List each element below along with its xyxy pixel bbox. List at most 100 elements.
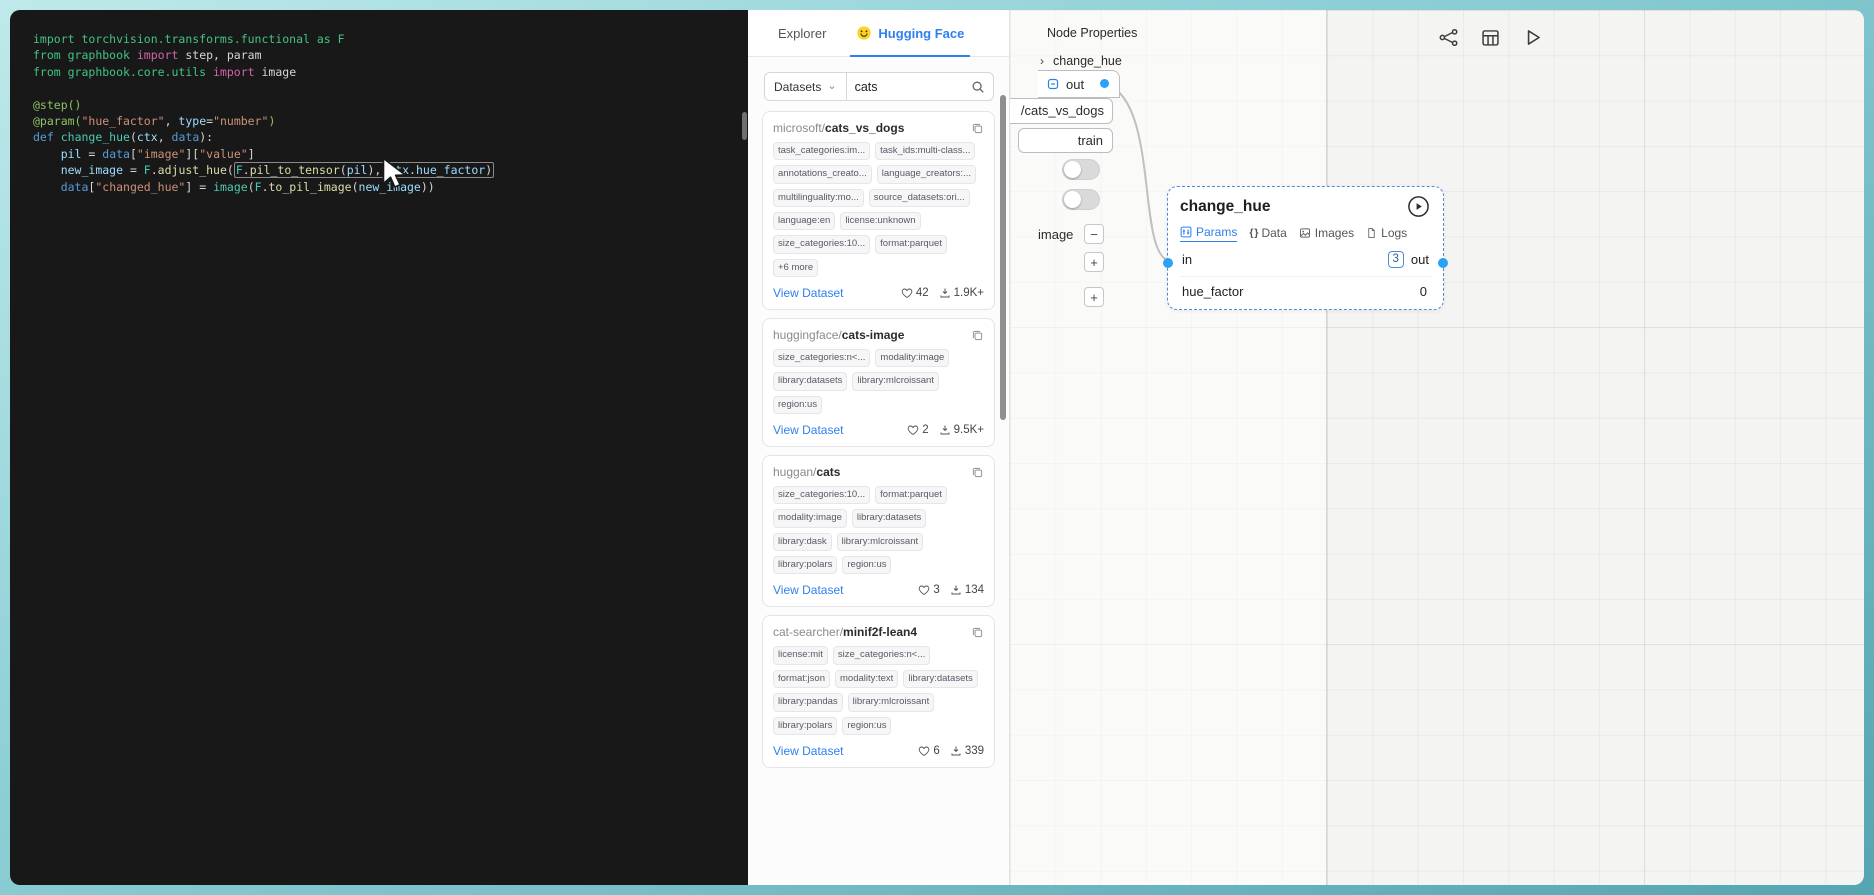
add-item-button-2[interactable]: +: [1084, 287, 1104, 307]
node-canvas[interactable]: Node Properties › change_hue out /cats_v…: [1009, 10, 1864, 885]
code-area[interactable]: import torchvision.transforms.functional…: [10, 10, 748, 195]
dataset-tag: annotations_creato...: [773, 165, 872, 184]
code-editor[interactable]: import torchvision.transforms.functional…: [10, 10, 748, 885]
dataset-tag: language:en: [773, 212, 836, 231]
copy-icon[interactable]: [971, 466, 984, 479]
dataset-tag: library:polars: [773, 716, 838, 735]
toggle-switch-2[interactable]: [1062, 189, 1100, 210]
param-row: hue_factor 0: [1180, 276, 1431, 299]
likes-count: 2: [907, 424, 929, 436]
dataset-tag: task_categories:im...: [773, 142, 871, 161]
play-icon: [1527, 29, 1540, 45]
dataset-card[interactable]: cat-searcher/minif2f-lean4 license:mit siz…: [762, 615, 995, 768]
tab-hugging-face-label: Hugging Face: [878, 25, 965, 41]
search-input[interactable]: [846, 73, 963, 100]
toggle-switch-1[interactable]: [1062, 159, 1100, 180]
node-tab-params[interactable]: Params: [1180, 225, 1238, 242]
source-out-label: out: [1066, 76, 1085, 92]
run-all-button[interactable]: [1520, 25, 1544, 49]
sliders-icon: [1180, 226, 1192, 238]
workflow-view-button[interactable]: [1436, 25, 1460, 49]
copy-icon[interactable]: [971, 329, 984, 342]
dataset-tag: modality:image: [875, 349, 950, 368]
dataset-tag: format:parquet: [875, 486, 947, 505]
split-input[interactable]: train: [1018, 128, 1113, 153]
code-line: data["changed_hue"] = image(F.to_pil_ima…: [60, 179, 435, 194]
add-item-button-1[interactable]: +: [1084, 252, 1104, 272]
dataset-tag: library:pandas: [773, 693, 843, 712]
code-line: from graphbook.core.utils import image: [33, 64, 297, 79]
param-value-input[interactable]: 0: [1420, 284, 1429, 299]
remove-item-button[interactable]: −: [1084, 224, 1104, 244]
dataset-name: cats-image: [841, 328, 905, 343]
dataset-owner: huggan/: [773, 465, 817, 480]
downloads-count: 134: [950, 584, 984, 596]
downloads-count: 9.5K+: [939, 424, 984, 436]
chevron-right-icon: ›: [1040, 54, 1044, 68]
node-tab-label: Images: [1314, 225, 1355, 240]
source-out-port[interactable]: [1100, 79, 1109, 88]
results-scrollbar[interactable]: [1000, 95, 1006, 420]
properties-tree-item-change-hue[interactable]: › change_hue: [1040, 54, 1122, 68]
dataset-tag: license:unknown: [840, 212, 921, 231]
code-line: import torchvision.transforms.functional…: [33, 32, 345, 46]
more-tags-badge[interactable]: +6 more: [773, 258, 819, 278]
copy-icon[interactable]: [971, 122, 984, 135]
dataset-card[interactable]: huggingface/cats-image size_categories:n<…: [762, 318, 995, 448]
node-tabs: Params { } Data Images Logs: [1180, 225, 1431, 242]
view-dataset-link[interactable]: View Dataset: [773, 286, 843, 300]
code-line: @step(): [33, 97, 82, 112]
node-tab-logs[interactable]: Logs: [1366, 226, 1407, 242]
dataset-tag: modality:image: [773, 509, 847, 528]
param-name: hue_factor: [1182, 284, 1244, 299]
node-ports-row: in 3 out: [1180, 251, 1431, 268]
dataset-tag: language_creators:...: [876, 165, 976, 184]
dataset-card[interactable]: microsoft/cats_vs_dogs task_categories:im…: [762, 111, 995, 311]
likes-count: 3: [918, 584, 940, 596]
dataset-owner: microsoft/: [773, 121, 826, 135]
node-params: hue_factor 0: [1180, 276, 1431, 299]
search-button[interactable]: [963, 73, 993, 100]
dataset-tag: size_categories:n<...: [832, 646, 931, 665]
node-change-hue[interactable]: change_hue Params { } Data Images Logs in 3 …: [1163, 186, 1448, 310]
image-icon: [1299, 227, 1311, 239]
node-tab-images[interactable]: Images: [1299, 226, 1354, 242]
play-circle-icon: [1408, 196, 1429, 217]
node-tab-label: Data: [1261, 225, 1287, 240]
search-icon: [972, 81, 984, 93]
braces-icon: { }: [1249, 226, 1258, 239]
grid-icon: [1481, 29, 1499, 46]
tab-hugging-face[interactable]: Hugging Face: [850, 10, 971, 57]
dataset-tag: library:datasets: [903, 669, 978, 689]
dataset-tag: library:polars: [773, 556, 838, 575]
node-header: change_hue: [1180, 195, 1431, 219]
run-node-button[interactable]: [1407, 195, 1431, 219]
node-tab-label: Logs: [1381, 225, 1408, 240]
dataset-search-bar: Datasets ⌄: [764, 72, 994, 101]
out-port-label: out: [1410, 252, 1429, 267]
dataset-type-dropdown[interactable]: Datasets ⌄: [765, 73, 847, 100]
editor-scrollbar[interactable]: [742, 112, 747, 140]
node-out-port[interactable]: [1438, 258, 1448, 268]
dataset-path-input[interactable]: /cats_vs_dogs: [1010, 98, 1113, 124]
dataset-tag: library:dask: [773, 532, 832, 552]
view-dataset-link[interactable]: View Dataset: [773, 423, 843, 437]
in-port-label: in: [1182, 252, 1193, 267]
dataset-tag: library:mlcroissant: [852, 372, 939, 391]
app-window: { "icons": { "chevron_down": "⌄", "tree_…: [0, 0, 1874, 895]
dataset-tag: format:parquet: [875, 235, 947, 254]
dataset-type-label: Datasets: [774, 79, 822, 94]
node-in-port[interactable]: [1163, 258, 1173, 268]
dataset-tag: size_categories:10...: [773, 486, 871, 505]
node-tab-data[interactable]: { } Data: [1249, 226, 1286, 242]
dataset-card[interactable]: huggan/cats size_categories:10... format:p…: [762, 455, 995, 608]
grid-view-button[interactable]: [1478, 25, 1502, 49]
dataset-tag: library:datasets: [773, 372, 848, 391]
copy-icon[interactable]: [971, 626, 984, 639]
tab-explorer[interactable]: Explorer: [778, 10, 826, 56]
view-dataset-link[interactable]: View Dataset: [773, 583, 843, 597]
view-dataset-link[interactable]: View Dataset: [773, 744, 843, 758]
code-line: pil = data["image"]["value"]: [60, 146, 255, 161]
dataset-tag: format:json: [773, 669, 830, 689]
canvas-toolbar: [1436, 25, 1544, 49]
